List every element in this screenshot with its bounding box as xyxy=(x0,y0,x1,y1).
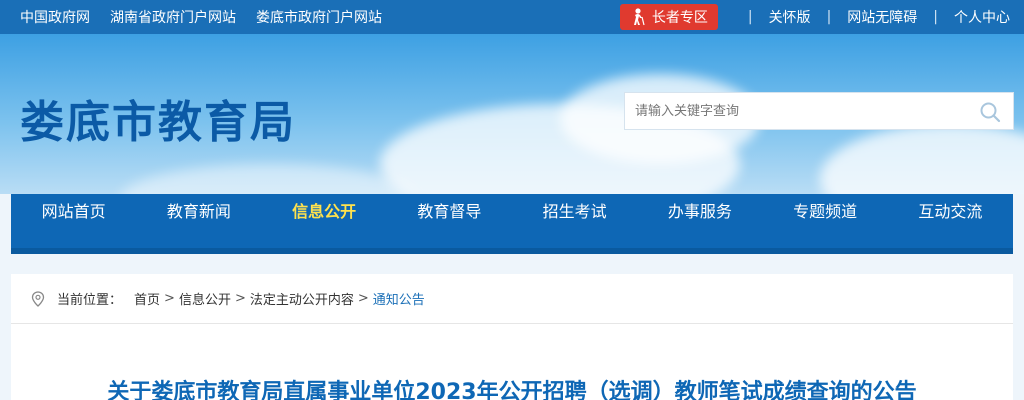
breadcrumb-arrow: > xyxy=(234,291,246,306)
cloud-decoration xyxy=(820,124,1024,194)
nav-item-admission-exams[interactable]: 招生考试 xyxy=(512,194,637,230)
breadcrumb-arrow: > xyxy=(357,291,369,306)
article-title: 关于娄底市教育局直属事业单位2023年公开招聘（选调）教师笔试成绩查询的公告 xyxy=(107,380,917,400)
nav-item-supervision[interactable]: 教育督导 xyxy=(387,194,512,230)
care-version-link[interactable]: 关怀版 xyxy=(769,7,811,27)
personal-center-link[interactable]: 个人中心 xyxy=(954,7,1010,27)
search-input[interactable] xyxy=(625,93,965,129)
search-box xyxy=(624,92,1014,130)
nav-item-news[interactable]: 教育新闻 xyxy=(136,194,261,230)
separator: | xyxy=(933,9,938,25)
utility-links: 长者专区 | 关怀版 | 网站无障碍 | 个人中心 xyxy=(619,0,1010,34)
top-utility-bar: 中国政府网 湖南省政府门户网站 娄底市政府门户网站 长者专区 | 关怀版 | 网… xyxy=(0,0,1024,34)
nav-item-special-channels[interactable]: 专题频道 xyxy=(763,194,888,230)
separator: | xyxy=(747,9,753,25)
breadcrumb-arrow: > xyxy=(164,291,175,306)
accessibility-link[interactable]: 网站无障碍 xyxy=(847,7,917,27)
nav-item-home[interactable]: 网站首页 xyxy=(11,194,136,230)
gov-link-central[interactable]: 中国政府网 xyxy=(20,7,90,27)
breadcrumb-statutory-content[interactable]: 法定主动公开内容 xyxy=(250,289,354,308)
cloud-decoration xyxy=(120,164,420,194)
nav-item-interaction[interactable]: 互动交流 xyxy=(888,194,1013,230)
search-icon[interactable] xyxy=(979,101,1001,123)
breadcrumb-info-disclosure[interactable]: 信息公开 xyxy=(179,289,231,308)
gov-link-city[interactable]: 娄底市政府门户网站 xyxy=(256,7,382,27)
location-pin-icon xyxy=(31,290,45,307)
elder-zone-label: 长者专区 xyxy=(651,10,708,26)
nav-item-info-disclosure[interactable]: 信息公开 xyxy=(262,194,387,230)
content-card: 当前位置： 首页 > 信息公开 > 法定主动公开内容 > 通知公告 关于娄底市教… xyxy=(11,274,1013,400)
breadcrumb-label: 当前位置： xyxy=(57,293,123,308)
breadcrumb: 当前位置： 首页 > 信息公开 > 法定主动公开内容 > 通知公告 xyxy=(11,274,1013,324)
elder-zone-button[interactable]: 长者专区 xyxy=(619,4,718,30)
breadcrumb-home[interactable]: 首页 xyxy=(134,289,160,308)
elderly-person-icon xyxy=(633,8,645,26)
main-nav: 网站首页 教育新闻 信息公开 教育督导 招生考试 办事服务 专题频道 互动交流 xyxy=(11,194,1013,254)
breadcrumb-notices[interactable]: 通知公告 xyxy=(373,289,425,308)
nav-item-services[interactable]: 办事服务 xyxy=(637,194,762,230)
header-banner: 娄底市教育局 xyxy=(0,34,1024,194)
gov-links: 中国政府网 湖南省政府门户网站 娄底市政府门户网站 xyxy=(20,0,382,34)
gov-link-province[interactable]: 湖南省政府门户网站 xyxy=(110,7,236,27)
site-title[interactable]: 娄底市教育局 xyxy=(20,86,296,150)
separator: | xyxy=(826,9,832,25)
